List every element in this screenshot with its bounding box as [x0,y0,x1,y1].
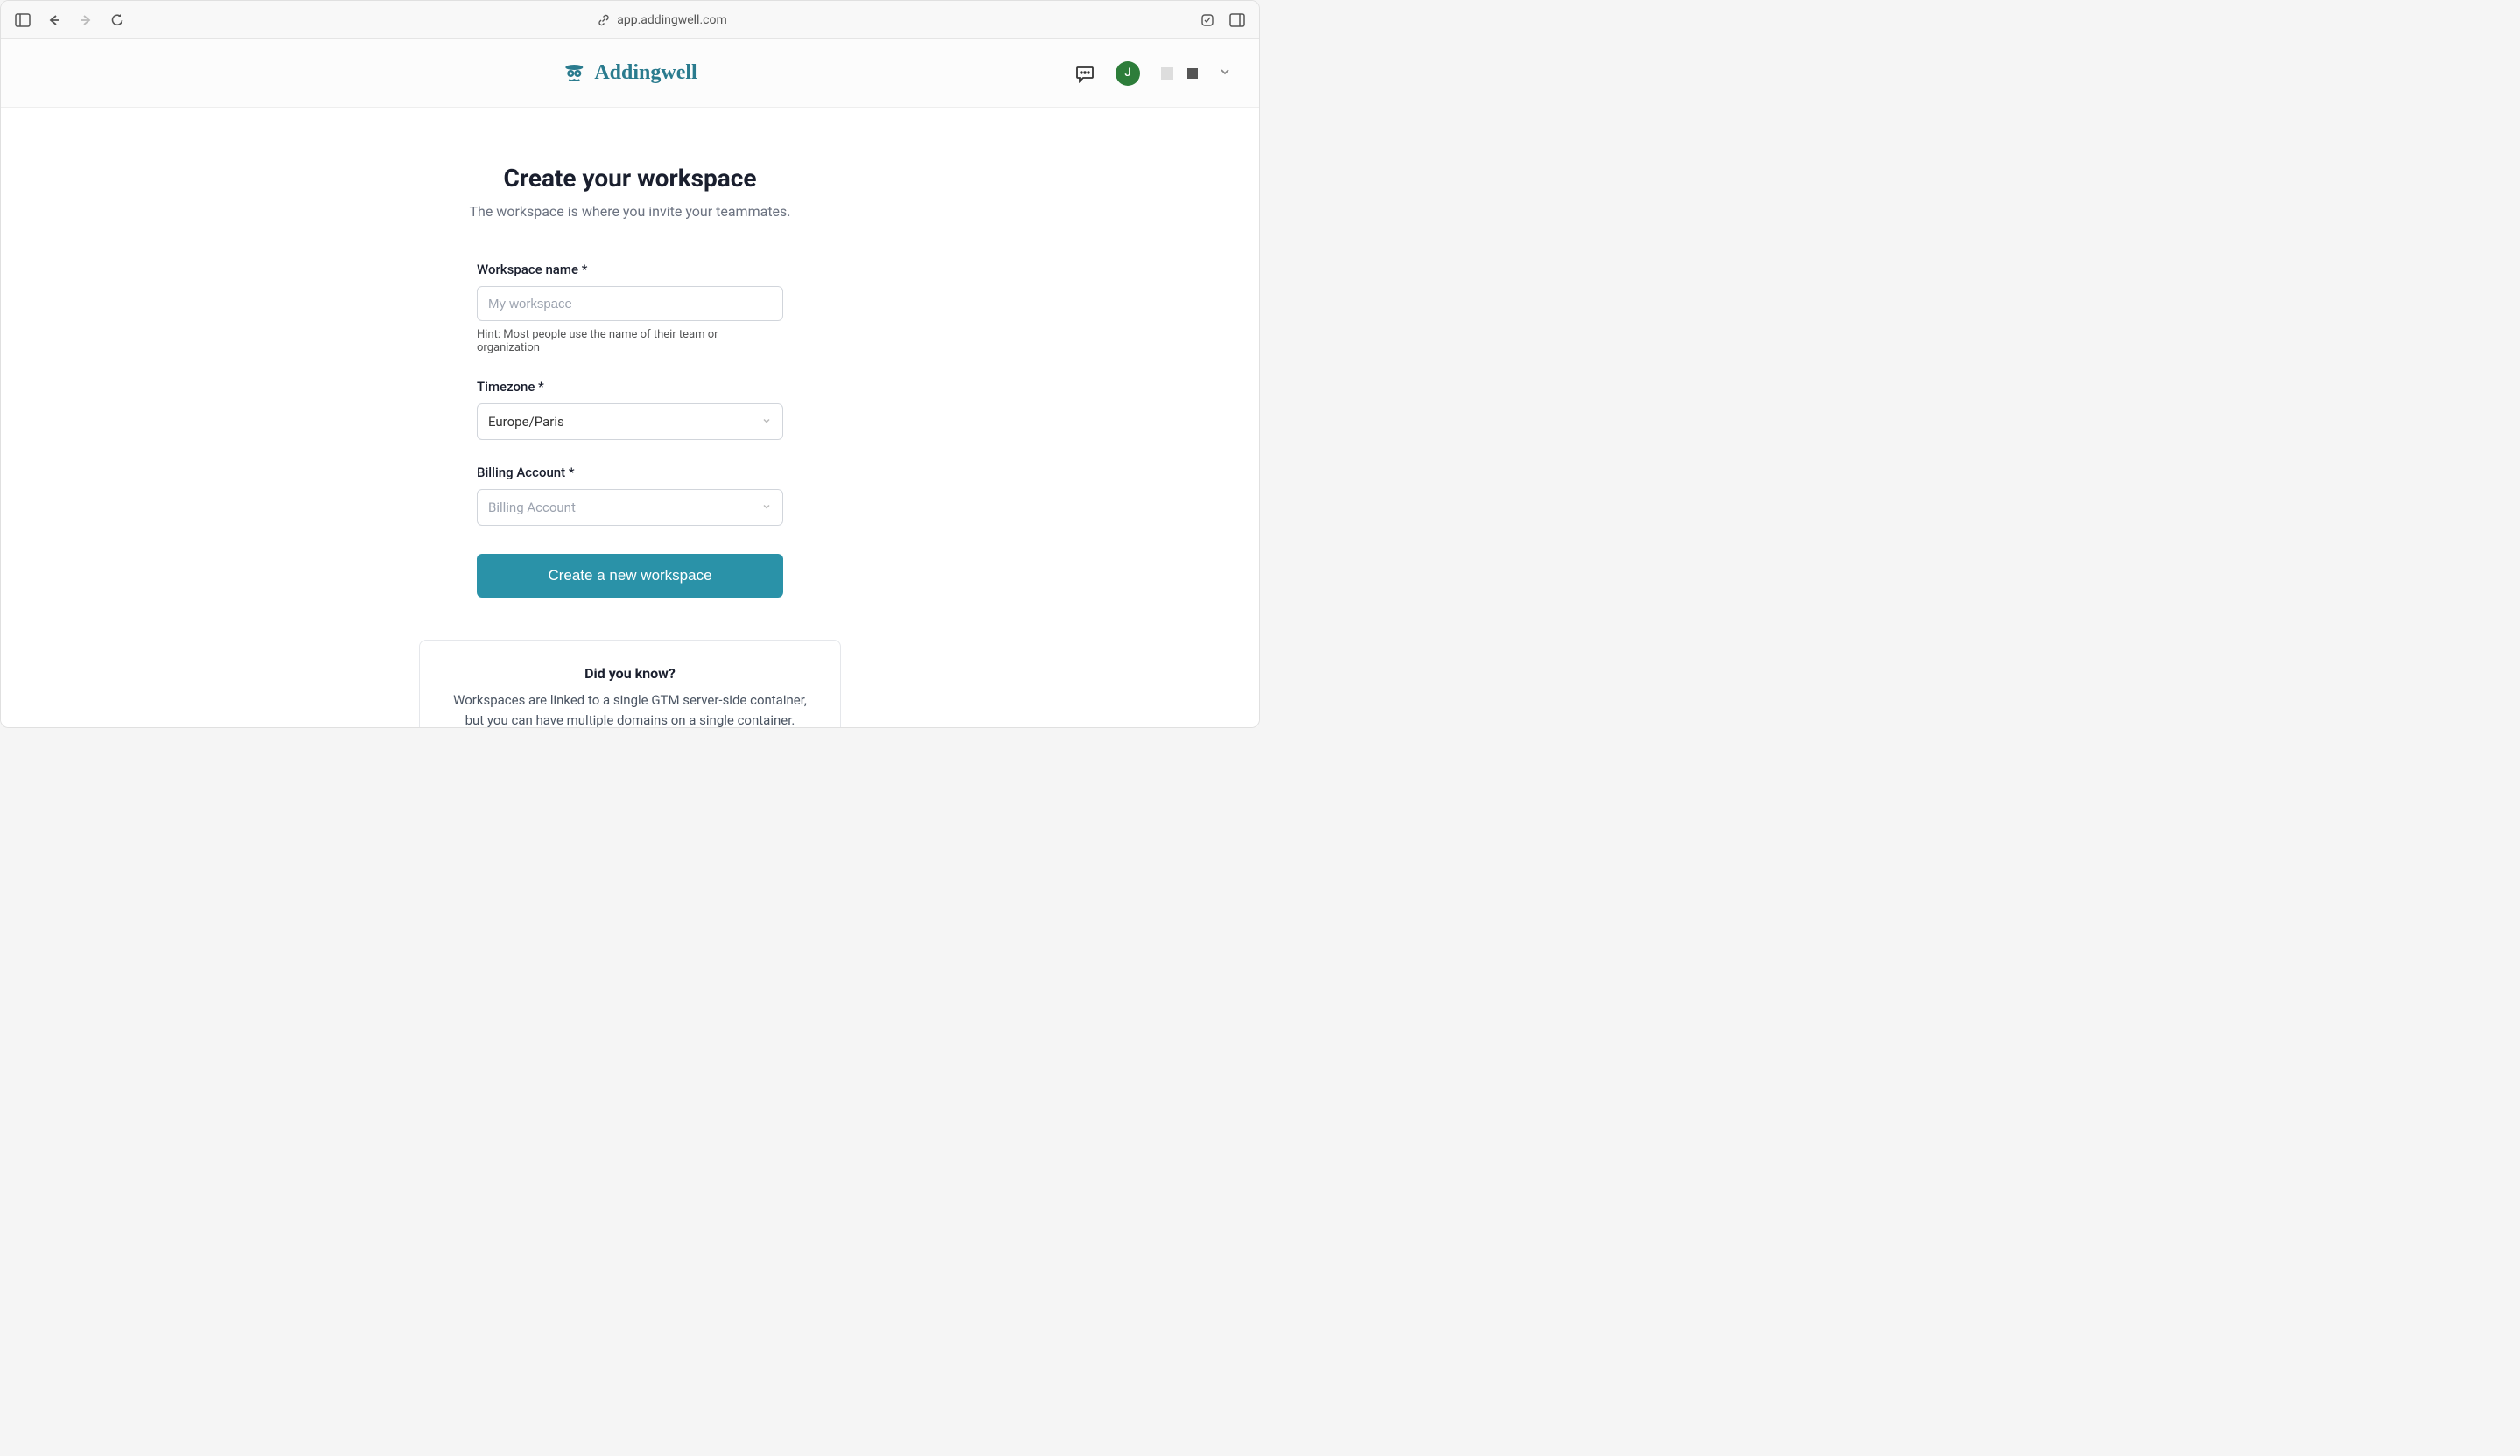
timezone-select[interactable]: Europe/Paris [477,403,783,440]
header-block-light [1161,67,1173,80]
info-card-text: Workspaces are linked to a single GTM se… [448,690,812,727]
logo[interactable]: Addingwell [563,61,696,85]
url-bar[interactable]: app.addingwell.com [143,13,1182,27]
chevron-down-icon[interactable] [1219,65,1231,81]
back-icon[interactable] [46,12,62,28]
reload-icon[interactable] [109,12,125,28]
workspace-name-hint: Hint: Most people use the name of their … [477,328,783,354]
app-header: Addingwell J [1,39,1259,108]
logo-text: Addingwell [594,61,696,85]
share-icon[interactable] [1200,12,1215,28]
sidebar-toggle-icon[interactable] [15,12,31,28]
workspace-name-input[interactable] [477,286,783,321]
chevron-down-icon [761,414,772,430]
user-avatar[interactable]: J [1116,61,1140,86]
timezone-label: Timezone * [477,379,783,395]
workspace-name-label: Workspace name * [477,262,783,277]
chat-icon[interactable] [1075,64,1095,83]
info-card: Did you know? Workspaces are linked to a… [419,640,841,727]
timezone-value: Europe/Paris [488,414,564,430]
info-card-title: Did you know? [448,665,812,682]
tabs-icon[interactable] [1229,12,1245,28]
url-text: app.addingwell.com [617,13,726,27]
forward-icon [78,12,94,28]
chevron-down-icon [761,500,772,515]
page-subtitle: The workspace is where you invite your t… [341,203,919,220]
header-menu-blocks[interactable] [1161,67,1198,80]
create-workspace-button[interactable]: Create a new workspace [477,554,783,598]
billing-account-label: Billing Account * [477,465,783,480]
logo-icon [563,62,585,85]
billing-account-select[interactable]: Billing Account [477,489,783,526]
billing-account-placeholder: Billing Account [488,500,576,515]
browser-toolbar: app.addingwell.com [1,1,1259,39]
page-title: Create your workspace [341,164,919,192]
link-icon [598,14,610,26]
header-block-dark [1187,68,1198,79]
